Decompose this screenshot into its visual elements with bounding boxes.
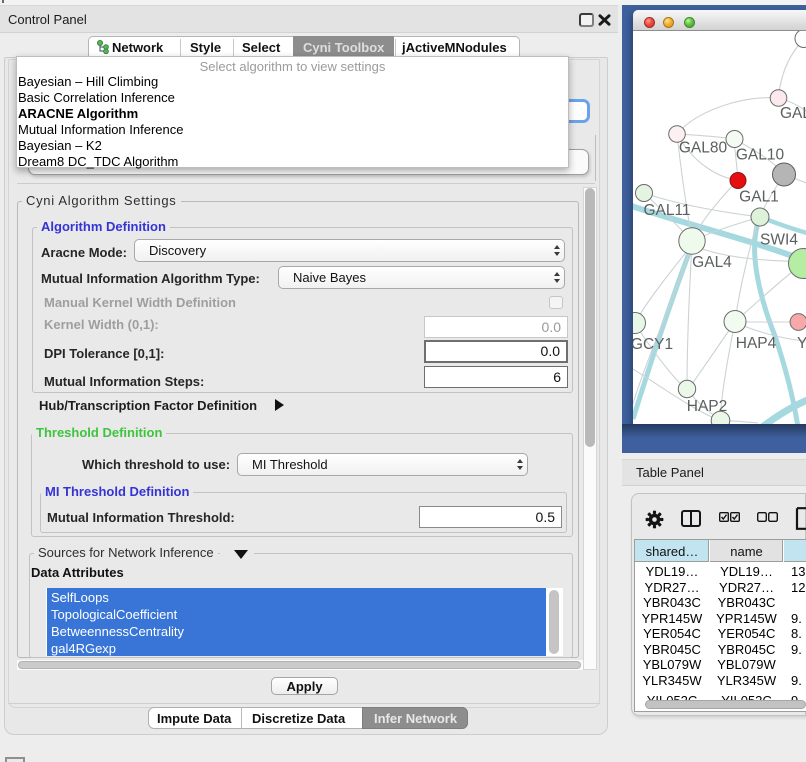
svg-text:HAP4: HAP4 bbox=[736, 335, 777, 352]
svg-text:GCY1: GCY1 bbox=[633, 336, 673, 353]
svg-text:SWI4: SWI4 bbox=[760, 232, 798, 249]
svg-text:GAL10: GAL10 bbox=[736, 147, 785, 164]
svg-text:GAL: GAL bbox=[780, 105, 806, 122]
svg-text:GAL80: GAL80 bbox=[679, 140, 728, 157]
svg-text:HAP2: HAP2 bbox=[687, 398, 728, 415]
svg-text:GAL4: GAL4 bbox=[692, 254, 732, 271]
svg-text:GAL11: GAL11 bbox=[643, 202, 690, 219]
svg-text:Y: Y bbox=[797, 335, 806, 352]
svg-text:GAL1: GAL1 bbox=[739, 189, 779, 206]
